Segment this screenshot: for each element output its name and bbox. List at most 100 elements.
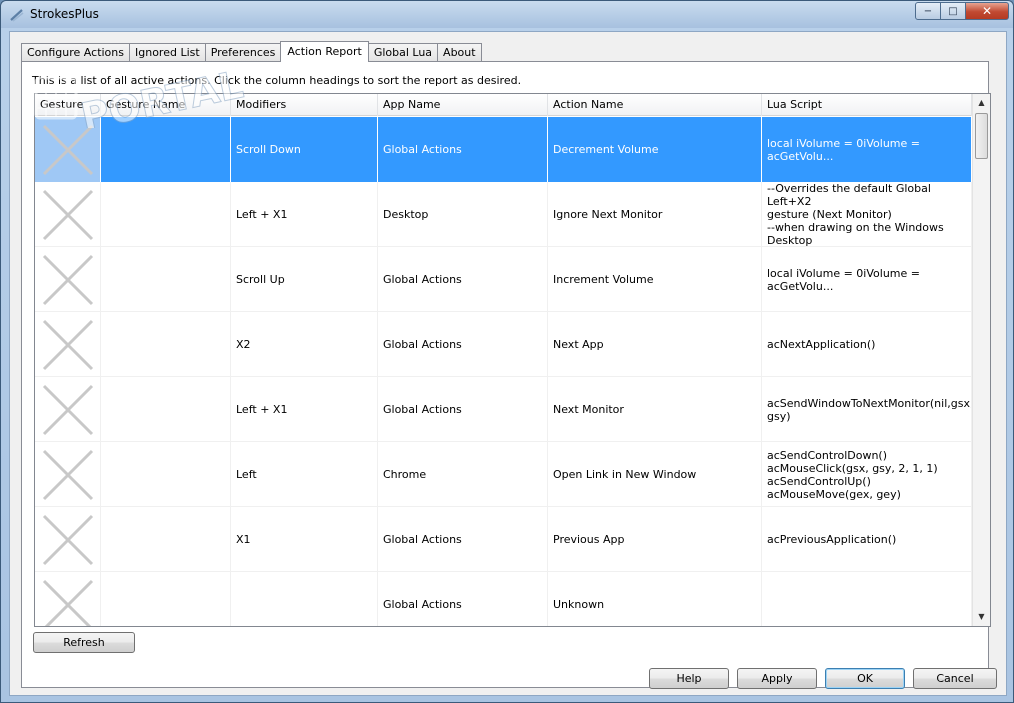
action-report-table[interactable]: Gesture Gesture Name Modifiers App Name … bbox=[34, 93, 991, 627]
gesture-name-cell bbox=[101, 117, 231, 182]
lua-script-cell bbox=[762, 572, 972, 626]
window-title: StrokesPlus bbox=[30, 7, 99, 21]
gesture-name-cell bbox=[101, 572, 231, 626]
gesture-name-cell bbox=[101, 312, 231, 377]
table-row[interactable]: X2 Global Actions Next App acNextApplicatio… bbox=[35, 312, 972, 377]
close-icon: ✕ bbox=[981, 4, 993, 18]
x-gesture-icon bbox=[42, 384, 93, 435]
gesture-cell bbox=[35, 377, 101, 442]
tab-preferences[interactable]: Preferences bbox=[204, 43, 282, 62]
action-report-panel: This is a list of all active actions. Cl… bbox=[21, 61, 991, 688]
tab-ignored-list[interactable]: Ignored List bbox=[129, 43, 206, 62]
column-header-gesture-name[interactable]: Gesture Name bbox=[101, 94, 231, 116]
ok-button[interactable]: OK bbox=[825, 668, 905, 689]
lua-script-cell: local iVolume = 0iVolume = acGetVolu... bbox=[762, 247, 972, 312]
modifiers-cell: X1 bbox=[231, 507, 378, 572]
x-gesture-icon bbox=[42, 124, 93, 175]
gesture-cell bbox=[35, 247, 101, 312]
gesture-cell bbox=[35, 117, 101, 182]
x-gesture-icon bbox=[42, 579, 93, 626]
report-hint: This is a list of all active actions. Cl… bbox=[32, 74, 522, 87]
action-name-cell: Open Link in New Window bbox=[548, 442, 762, 507]
lua-script-cell: acPreviousApplication() bbox=[762, 507, 972, 572]
tab-global-lua[interactable]: Global Lua bbox=[367, 43, 439, 62]
table-body: Scroll Down Global Actions Decrement Volum… bbox=[35, 117, 972, 626]
lua-script-cell: --Overrides the default Global Left+X2 g… bbox=[762, 182, 972, 247]
app-name-cell: Global Actions bbox=[378, 117, 548, 182]
column-header-lua-script[interactable]: Lua Script bbox=[762, 94, 972, 116]
action-name-cell: Next Monitor bbox=[548, 377, 762, 442]
scroll-down-icon[interactable]: ▼ bbox=[973, 608, 990, 625]
action-name-cell: Next App bbox=[548, 312, 762, 377]
modifiers-cell: Left + X1 bbox=[231, 377, 378, 442]
close-button[interactable]: ✕ bbox=[965, 2, 1009, 20]
scrollbar-thumb[interactable] bbox=[975, 113, 988, 159]
minimize-icon: − bbox=[923, 5, 933, 17]
x-gesture-icon bbox=[42, 449, 93, 500]
action-name-cell: Previous App bbox=[548, 507, 762, 572]
action-name-cell: Increment Volume bbox=[548, 247, 762, 312]
tab-strip: Configure Actions Ignored List Preferenc… bbox=[21, 41, 482, 62]
modifiers-cell: X2 bbox=[231, 312, 378, 377]
modifiers-cell: Left bbox=[231, 442, 378, 507]
app-name-cell: Global Actions bbox=[378, 312, 548, 377]
lua-script-cell: acSendControlDown() acMouseClick(gsx, gs… bbox=[762, 442, 972, 507]
gesture-name-cell bbox=[101, 507, 231, 572]
modifiers-cell: Scroll Up bbox=[231, 247, 378, 312]
title-bar[interactable]: StrokesPlus − □ ✕ bbox=[1, 1, 1013, 28]
app-name-cell: Global Actions bbox=[378, 247, 548, 312]
gesture-name-cell bbox=[101, 182, 231, 247]
app-name-cell: Global Actions bbox=[378, 377, 548, 442]
column-header-gesture[interactable]: Gesture bbox=[35, 94, 101, 116]
lua-script-cell: acSendWindowToNextMonitor(nil,gsx, gsy) bbox=[762, 377, 972, 442]
app-name-cell: Global Actions bbox=[378, 572, 548, 626]
action-name-cell: Unknown bbox=[548, 572, 762, 626]
x-gesture-icon bbox=[42, 514, 93, 565]
scroll-up-icon[interactable]: ▲ bbox=[973, 94, 990, 111]
refresh-button[interactable]: Refresh bbox=[33, 632, 135, 653]
tab-about[interactable]: About bbox=[437, 43, 482, 62]
table-row[interactable]: Scroll Up Global Actions Increment Volume l… bbox=[35, 247, 972, 312]
table-row[interactable]: Left + X1 Desktop Ignore Next Monitor --Ove… bbox=[35, 182, 972, 247]
action-name-cell: Decrement Volume bbox=[548, 117, 762, 182]
app-name-cell: Chrome bbox=[378, 442, 548, 507]
tab-configure-actions[interactable]: Configure Actions bbox=[21, 43, 130, 62]
table-row[interactable]: Left + X1 Global Actions Next Monitor acSen… bbox=[35, 377, 972, 442]
gesture-name-cell bbox=[101, 442, 231, 507]
modifiers-cell: Scroll Down bbox=[231, 117, 378, 182]
gesture-cell bbox=[35, 442, 101, 507]
gesture-cell bbox=[35, 312, 101, 377]
maximize-icon: □ bbox=[948, 5, 958, 17]
modifiers-cell: Left + X1 bbox=[231, 182, 378, 247]
app-name-cell: Desktop bbox=[378, 182, 548, 247]
gesture-name-cell bbox=[101, 247, 231, 312]
app-window: StrokesPlus − □ ✕ Configure Actions Igno… bbox=[0, 0, 1014, 703]
x-gesture-icon bbox=[42, 189, 93, 240]
table-row[interactable]: X1 Global Actions Previous App acPreviousAp… bbox=[35, 507, 972, 572]
app-icon bbox=[10, 9, 24, 22]
x-gesture-icon bbox=[42, 319, 93, 370]
x-gesture-icon bbox=[42, 254, 93, 305]
maximize-button[interactable]: □ bbox=[940, 2, 966, 20]
column-header-modifiers[interactable]: Modifiers bbox=[231, 94, 378, 116]
dialog-client-area: Configure Actions Ignored List Preferenc… bbox=[9, 31, 1007, 696]
table-row[interactable]: Scroll Down Global Actions Decrement Volum… bbox=[35, 117, 972, 182]
minimize-button[interactable]: − bbox=[915, 2, 941, 20]
apply-button[interactable]: Apply bbox=[737, 668, 817, 689]
vertical-scrollbar[interactable]: ▲ ▼ bbox=[972, 94, 990, 626]
column-header-action-name[interactable]: Action Name bbox=[548, 94, 762, 116]
action-name-cell: Ignore Next Monitor bbox=[548, 182, 762, 247]
column-header-app-name[interactable]: App Name bbox=[378, 94, 548, 116]
table-header: Gesture Gesture Name Modifiers App Name … bbox=[35, 94, 972, 116]
table-row[interactable]: Left Chrome Open Link in New Window acSendC… bbox=[35, 442, 972, 507]
modifiers-cell bbox=[231, 572, 378, 626]
table-row[interactable]: Global Actions Unknown bbox=[35, 572, 972, 626]
lua-script-cell: acNextApplication() bbox=[762, 312, 972, 377]
help-button[interactable]: Help bbox=[649, 668, 729, 689]
gesture-cell bbox=[35, 182, 101, 247]
tab-action-report[interactable]: Action Report bbox=[280, 41, 369, 62]
gesture-name-cell bbox=[101, 377, 231, 442]
cancel-button[interactable]: Cancel bbox=[913, 668, 997, 689]
app-name-cell: Global Actions bbox=[378, 507, 548, 572]
lua-script-cell: local iVolume = 0iVolume = acGetVolu... bbox=[762, 117, 972, 182]
